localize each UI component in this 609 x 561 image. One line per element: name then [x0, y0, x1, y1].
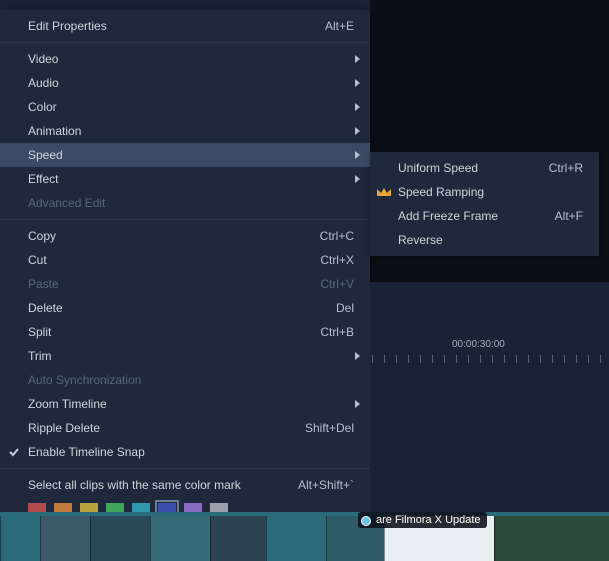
menu-label: Split — [28, 325, 320, 339]
menu-label: Ripple Delete — [28, 421, 305, 435]
shortcut: Alt+E — [325, 19, 354, 33]
context-menu: Edit Properties Alt+E Video Audio Color … — [0, 10, 370, 533]
menu-cut[interactable]: Cut Ctrl+X — [0, 248, 370, 272]
timeline-area[interactable] — [370, 282, 609, 522]
menu-trim[interactable]: Trim — [0, 344, 370, 368]
menu-label: Speed — [28, 148, 360, 162]
menu-label: Delete — [28, 301, 336, 315]
timeline-clip[interactable] — [40, 512, 90, 561]
menu-label: Uniform Speed — [398, 161, 549, 175]
menu-animation[interactable]: Animation — [0, 119, 370, 143]
submenu-uniform-speed[interactable]: Uniform Speed Ctrl+R — [370, 156, 599, 180]
menu-advanced-edit: Advanced Edit — [0, 191, 370, 215]
shortcut: Ctrl+C — [320, 229, 354, 243]
timeline-ruler[interactable]: 00:00:30:00 — [372, 335, 609, 365]
menu-delete[interactable]: Delete Del — [0, 296, 370, 320]
menu-speed[interactable]: Speed — [0, 143, 370, 167]
chevron-right-icon — [355, 55, 360, 63]
speed-submenu: Uniform Speed Ctrl+R Speed Ramping Add F… — [370, 152, 599, 256]
menu-label: Video — [28, 52, 360, 66]
submenu-speed-ramping[interactable]: Speed Ramping — [370, 180, 599, 204]
chevron-right-icon — [355, 400, 360, 408]
shortcut: Ctrl+X — [320, 253, 354, 267]
chevron-right-icon — [355, 151, 360, 159]
menu-label: Edit Properties — [28, 19, 325, 33]
shortcut: Shift+Del — [305, 421, 354, 435]
timeline-clip[interactable] — [494, 512, 609, 561]
menu-select-all-color[interactable]: Select all clips with the same color mar… — [0, 473, 370, 497]
separator — [0, 468, 370, 469]
menu-copy[interactable]: Copy Ctrl+C — [0, 224, 370, 248]
chevron-right-icon — [355, 79, 360, 87]
menu-audio[interactable]: Audio — [0, 71, 370, 95]
chevron-right-icon — [355, 103, 360, 111]
menu-paste: Paste Ctrl+V — [0, 272, 370, 296]
menu-label: Speed Ramping — [398, 185, 589, 199]
menu-split[interactable]: Split Ctrl+B — [0, 320, 370, 344]
menu-label: Add Freeze Frame — [398, 209, 555, 223]
menu-ripple-delete[interactable]: Ripple Delete Shift+Del — [0, 416, 370, 440]
menu-label: Paste — [28, 277, 320, 291]
menu-label: Auto Synchronization — [28, 373, 360, 387]
timeline-clip[interactable] — [90, 512, 150, 561]
menu-auto-sync: Auto Synchronization — [0, 368, 370, 392]
menu-label: Animation — [28, 124, 360, 138]
menu-enable-snap[interactable]: Enable Timeline Snap — [0, 440, 370, 464]
timeline-clip[interactable] — [266, 512, 326, 561]
chevron-right-icon — [355, 175, 360, 183]
ruler-ticks — [372, 355, 609, 363]
menu-label: Copy — [28, 229, 320, 243]
submenu-add-freeze-frame[interactable]: Add Freeze Frame Alt+F — [370, 204, 599, 228]
menu-label: Effect — [28, 172, 360, 186]
menu-edit-properties[interactable]: Edit Properties Alt+E — [0, 14, 370, 38]
menu-label: Audio — [28, 76, 360, 90]
menu-label: Cut — [28, 253, 320, 267]
menu-color[interactable]: Color — [0, 95, 370, 119]
submenu-reverse[interactable]: Reverse — [370, 228, 599, 252]
timeline-clips[interactable] — [0, 512, 609, 561]
shortcut: Ctrl+B — [320, 325, 354, 339]
menu-label: Color — [28, 100, 360, 114]
playhead-dot[interactable] — [361, 516, 371, 526]
crown-icon — [376, 186, 392, 198]
shortcut: Alt+Shift+` — [298, 478, 354, 492]
shortcut: Del — [336, 301, 354, 315]
shortcut: Ctrl+V — [320, 277, 354, 291]
menu-label: Enable Timeline Snap — [28, 445, 360, 459]
timeline-clip[interactable] — [0, 512, 40, 561]
separator — [0, 42, 370, 43]
timeline-clip[interactable] — [210, 512, 266, 561]
check-icon — [8, 446, 20, 458]
tooltip-text: are Filmora X Update — [376, 514, 481, 526]
menu-label: Select all clips with the same color mar… — [28, 478, 298, 492]
chevron-right-icon — [355, 127, 360, 135]
menu-label: Zoom Timeline — [28, 397, 360, 411]
clip-strip-overlay — [0, 512, 609, 516]
shortcut: Ctrl+R — [549, 161, 583, 175]
menu-label: Reverse — [398, 233, 589, 247]
timecode: 00:00:30:00 — [452, 339, 505, 350]
menu-label: Trim — [28, 349, 360, 363]
shortcut: Alt+F — [555, 209, 583, 223]
menu-effect[interactable]: Effect — [0, 167, 370, 191]
timeline-clip[interactable] — [150, 512, 210, 561]
menu-zoom-timeline[interactable]: Zoom Timeline — [0, 392, 370, 416]
menu-label: Advanced Edit — [28, 196, 360, 210]
menu-video[interactable]: Video — [0, 47, 370, 71]
chevron-right-icon — [355, 352, 360, 360]
separator — [0, 219, 370, 220]
clip-tooltip: are Filmora X Update — [358, 512, 487, 528]
